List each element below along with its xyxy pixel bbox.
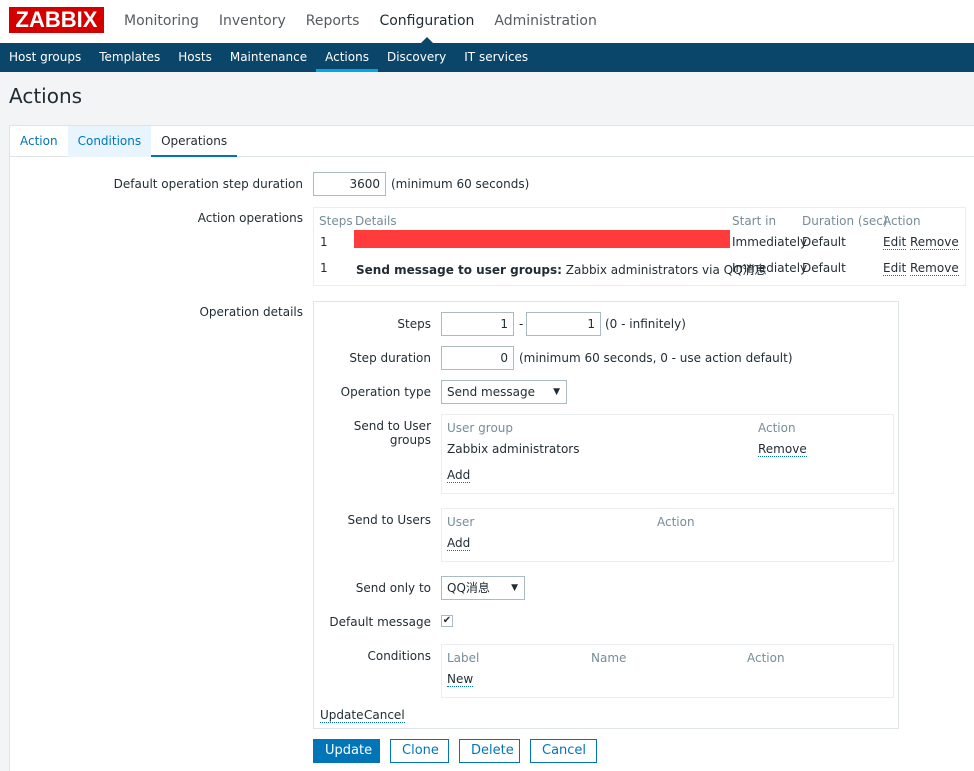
cond-header-action: Action <box>747 651 785 665</box>
submenu-maintenance[interactable]: Maintenance <box>221 43 316 72</box>
submenu-hosts[interactable]: Hosts <box>169 43 221 72</box>
ops-row1-edit-link[interactable]: Edit <box>883 235 907 250</box>
submenu-discovery[interactable]: Discovery <box>378 43 455 72</box>
ops-header-action: Action <box>883 214 921 228</box>
user-groups-table: User group Action Zabbix administrators … <box>441 414 894 494</box>
default-step-duration-hint: (minimum 60 seconds) <box>391 177 530 191</box>
cond-header-name: Name <box>591 651 627 665</box>
users-header-action: Action <box>657 515 695 529</box>
top-navigation: ZABBIX Monitoring Inventory Reports Conf… <box>0 0 974 43</box>
details-update-link[interactable]: Update <box>320 708 364 723</box>
steps-from-input[interactable]: 1 <box>441 312 514 336</box>
operation-type-label: Operation type <box>340 385 431 399</box>
tab-conditions[interactable]: Conditions <box>67 126 152 157</box>
main-menu: Monitoring Inventory Reports Configurati… <box>124 0 617 43</box>
tab-operations[interactable]: Operations <box>151 126 238 157</box>
step-duration-hint: (minimum 60 seconds, 0 - use action defa… <box>519 351 793 365</box>
tab-action[interactable]: Action <box>10 126 68 157</box>
submenu-actions[interactable]: Actions <box>316 43 378 72</box>
ops-row1-remove-link[interactable]: Remove <box>910 235 959 250</box>
sub-navigation: Host groups Templates Hosts Maintenance … <box>0 43 974 72</box>
redacted-details <box>354 230 730 248</box>
send-only-to-select[interactable]: QQ消息 ▼ <box>441 576 525 600</box>
operation-details-label: Operation details <box>199 305 303 319</box>
groups-header-user-group: User group <box>447 421 514 435</box>
send-only-to-value: QQ消息 <box>447 581 490 595</box>
step-duration-label: Step duration <box>349 351 431 365</box>
ops-row1-start-in: Immediately <box>732 235 808 249</box>
groups-row-name: Zabbix administrators <box>447 442 580 456</box>
action-form: Action Conditions Operations Default ope… <box>9 125 974 771</box>
ops-row2-step: 1 <box>320 261 328 275</box>
ops-row1-duration: Default <box>802 235 846 249</box>
steps-hint: (0 - infinitely) <box>605 317 686 331</box>
groups-remove-link[interactable]: Remove <box>758 442 807 457</box>
menu-administration[interactable]: Administration <box>494 0 596 43</box>
submenu-templates[interactable]: Templates <box>90 43 169 72</box>
dropdown-arrow-icon: ▼ <box>553 387 560 397</box>
dropdown-arrow-icon: ▼ <box>511 583 518 593</box>
conditions-table: Label Name Action New <box>441 644 894 698</box>
menu-inventory[interactable]: Inventory <box>219 0 286 43</box>
cond-header-label: Label <box>447 651 480 665</box>
page-title: Actions <box>9 84 83 108</box>
menu-reports[interactable]: Reports <box>306 0 360 43</box>
menu-monitoring[interactable]: Monitoring <box>124 0 199 43</box>
zabbix-logo[interactable]: ZABBIX <box>9 7 104 33</box>
ops-row2-duration: Default <box>802 261 846 275</box>
steps-to-input[interactable]: 1 <box>526 312 601 336</box>
groups-add-link[interactable]: Add <box>447 468 471 483</box>
ops-header-details: Details <box>355 214 397 228</box>
details-cancel-link[interactable]: Cancel <box>364 708 405 723</box>
ops-header-duration: Duration (sec) <box>802 214 888 228</box>
steps-label: Steps <box>397 317 431 331</box>
ops-row2-details-bold: Send message to user groups: <box>356 263 562 277</box>
default-step-duration-label: Default operation step duration <box>113 177 303 191</box>
default-message-label: Default message <box>329 615 431 629</box>
ops-header-start-in: Start in <box>732 214 777 228</box>
operation-details-panel: Steps 1 - 1 (0 - infinitely) Step durati… <box>313 301 899 729</box>
send-to-user-groups-label: Send to User groups <box>353 419 431 447</box>
default-message-checkbox[interactable]: ✔ <box>441 615 453 627</box>
delete-button[interactable]: Delete <box>459 739 520 763</box>
ops-row1-step: 1 <box>320 235 328 249</box>
conditions-label: Conditions <box>367 649 431 663</box>
clone-button[interactable]: Clone <box>390 739 449 763</box>
ops-row2-remove-link[interactable]: Remove <box>910 261 959 276</box>
operation-type-value: Send message <box>447 385 535 399</box>
cancel-button[interactable]: Cancel <box>530 739 597 763</box>
action-operations-label: Action operations <box>197 211 303 225</box>
step-duration-input[interactable]: 0 <box>441 346 514 370</box>
ops-row2-start-in: Immediately <box>732 261 808 275</box>
users-table: User Action Add <box>441 508 894 562</box>
submenu-it-services[interactable]: IT services <box>455 43 537 72</box>
default-step-duration-input[interactable]: 3600 <box>313 172 386 196</box>
groups-header-action: Action <box>758 421 796 435</box>
submenu-host-groups[interactable]: Host groups <box>0 43 90 72</box>
action-operations-table: Steps Details Start in Duration (sec) Ac… <box>313 207 966 286</box>
form-tabs: Action Conditions Operations <box>10 126 974 157</box>
operation-type-select[interactable]: Send message ▼ <box>441 380 567 404</box>
update-button[interactable]: Update <box>313 739 380 763</box>
send-only-to-label: Send only to <box>355 581 431 595</box>
users-header-user: User <box>447 515 475 529</box>
steps-separator: - <box>519 317 524 331</box>
ops-row2-details: Send message to user groups: Zabbix admi… <box>356 261 767 278</box>
ops-row2-edit-link[interactable]: Edit <box>883 261 907 276</box>
conditions-new-link[interactable]: New <box>447 672 474 687</box>
send-to-users-label: Send to Users <box>347 513 431 527</box>
users-add-link[interactable]: Add <box>447 536 471 551</box>
menu-configuration[interactable]: Configuration <box>379 0 474 43</box>
ops-header-steps: Steps <box>319 214 353 228</box>
